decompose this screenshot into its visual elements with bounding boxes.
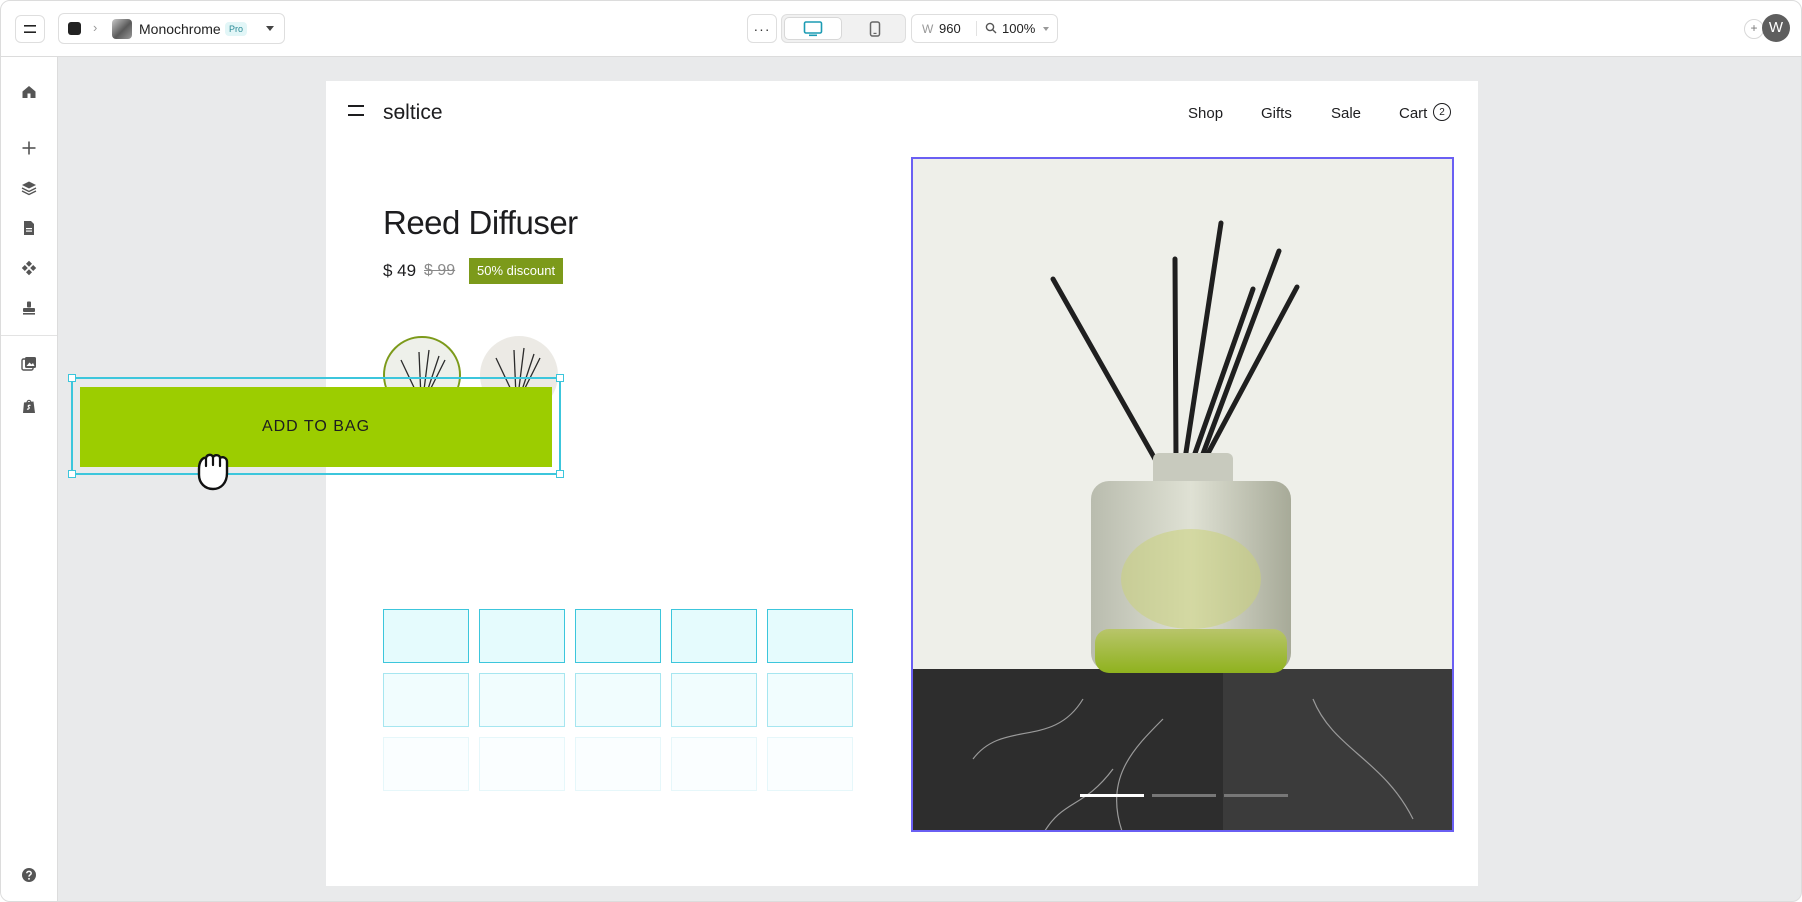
dropdown-caret-icon (266, 26, 274, 31)
site-logo[interactable]: sөltice (383, 101, 443, 125)
components-icon[interactable] (19, 258, 39, 278)
dropdown-caret-icon (1043, 27, 1049, 31)
carousel-dot[interactable] (1224, 794, 1288, 797)
resize-handle[interactable] (556, 374, 564, 382)
user-avatar[interactable]: W (1762, 14, 1790, 42)
drop-placeholder (479, 673, 565, 727)
app-logo-icon (68, 22, 81, 35)
media-icon[interactable] (19, 354, 39, 374)
resize-handle[interactable] (68, 374, 76, 382)
builder-window: › Monochrome Pro ··· W 960 100% + W sөlt… (0, 0, 1802, 902)
mobile-icon (869, 20, 881, 37)
drop-placeholder-row (383, 673, 855, 729)
canvas-size-controls: W 960 100% (911, 14, 1058, 43)
drop-placeholder (383, 673, 469, 727)
drop-placeholder (479, 737, 565, 791)
shopify-icon[interactable] (19, 396, 39, 416)
top-toolbar: › Monochrome Pro ··· W 960 100% + W (1, 1, 1801, 57)
width-input[interactable]: 960 (939, 21, 961, 36)
nav-shop[interactable]: Shop (1188, 105, 1223, 122)
menu-button[interactable] (15, 15, 45, 43)
nav-gifts[interactable]: Gifts (1261, 105, 1292, 122)
drop-placeholder (671, 673, 757, 727)
nav-sale[interactable]: Sale (1331, 105, 1361, 122)
drop-placeholder (383, 609, 469, 663)
grab-cursor-icon (197, 453, 229, 491)
project-switcher[interactable]: › Monochrome Pro (58, 13, 285, 44)
carousel-dot-active[interactable] (1080, 794, 1144, 797)
chevron-right-icon: › (93, 20, 98, 35)
resize-handle[interactable] (68, 470, 76, 478)
drop-placeholder (575, 609, 661, 663)
add-icon[interactable] (19, 138, 39, 158)
drop-placeholder (767, 609, 853, 663)
drop-placeholder (575, 673, 661, 727)
search-icon (985, 22, 997, 34)
zoom-select[interactable]: 100% (1002, 21, 1035, 36)
product-title: Reed Diffuser (383, 204, 578, 241)
carousel-dot[interactable] (1152, 794, 1216, 797)
pages-icon[interactable] (19, 218, 39, 238)
left-sidebar (1, 57, 58, 901)
drop-placeholder (767, 673, 853, 727)
desktop-icon (803, 20, 823, 36)
more-options-button[interactable]: ··· (747, 14, 777, 43)
hamburger-icon (24, 25, 36, 33)
width-label: W (922, 22, 934, 36)
cart-count-badge: 2 (1433, 103, 1451, 121)
help-icon[interactable] (19, 865, 39, 885)
drop-placeholder (767, 737, 853, 791)
home-icon[interactable] (19, 82, 39, 102)
add-to-bag-button[interactable]: ADD TO BAG (80, 387, 552, 467)
drop-placeholder (671, 737, 757, 791)
nav-cart[interactable]: Cart (1399, 105, 1427, 122)
discount-badge: 50% discount (469, 258, 564, 284)
desktop-view-button[interactable] (784, 17, 842, 40)
drop-placeholder-row (383, 609, 855, 665)
product-image[interactable] (911, 157, 1454, 832)
add-collaborator-button[interactable]: + (1744, 19, 1764, 39)
plan-badge: Pro (225, 22, 248, 36)
stamp-icon[interactable] (19, 298, 39, 318)
layers-icon[interactable] (19, 178, 39, 198)
drop-placeholder-row (383, 737, 855, 793)
mobile-view-button[interactable] (846, 17, 904, 40)
reed-diffuser-photo (913, 159, 1452, 830)
resize-handle[interactable] (556, 470, 564, 478)
original-price: $ 99 (424, 262, 456, 279)
page-preview: sөltice Shop Gifts Sale Cart 2 Reed Diff… (326, 81, 1478, 886)
site-menu-icon[interactable] (348, 105, 364, 116)
drop-placeholder (479, 609, 565, 663)
product-price: $ 49 (383, 261, 417, 280)
project-thumbnail (112, 19, 132, 39)
project-name: Monochrome (139, 21, 221, 37)
divider (976, 21, 977, 36)
drop-placeholder (383, 737, 469, 791)
divider (1, 335, 57, 336)
device-toggle (781, 14, 906, 43)
drop-placeholder (575, 737, 661, 791)
drop-placeholder (671, 609, 757, 663)
